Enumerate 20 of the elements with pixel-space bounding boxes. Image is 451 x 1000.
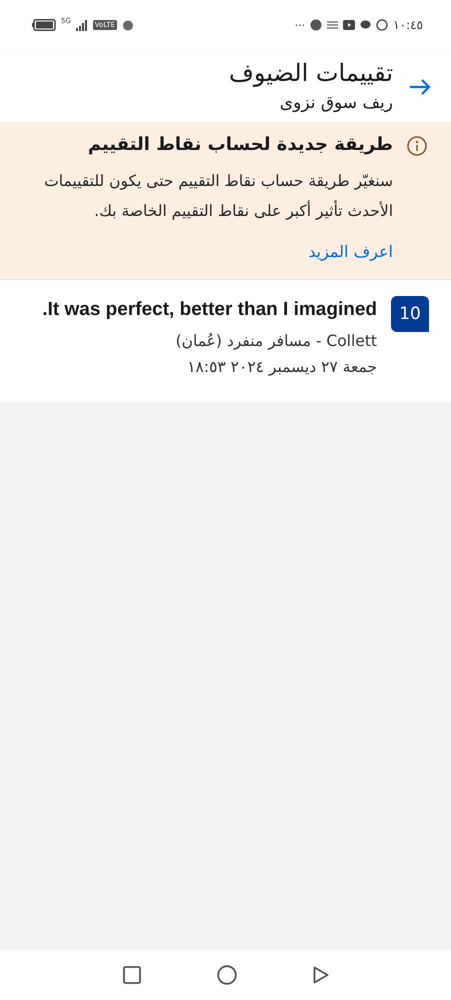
- signal-icon: [76, 20, 88, 30]
- review-title: It was perfect, better than I imagined.: [42, 298, 377, 322]
- clock-time: ١٠:٤٥: [393, 18, 423, 32]
- notice-title: طريقة جديدة لحساب نقاط التقييم: [86, 133, 393, 157]
- info-icon: [407, 136, 427, 156]
- reviewer-info: Collett - مسافر منفرد (عُمان): [174, 331, 377, 352]
- back-arrow-icon[interactable]: [409, 78, 431, 96]
- battery-icon: [32, 19, 56, 31]
- notice-text: سنغيّر طريقة حساب نقاط التقييم حتى يكون للتقييمات الأحدث تأثير أكبر على نقاط التقييم الخاصة بك.: [43, 171, 393, 222]
- learn-more-link[interactable]: اعرف المزيد: [308, 242, 393, 261]
- page-title: تقييمات الضيوف: [228, 58, 393, 89]
- review-date: جمعة ٢٧ ديسمبر ٢٠٢٤ ١٨:٥٣: [186, 357, 377, 378]
- recent-apps-icon[interactable]: [122, 966, 140, 984]
- more-dots: ···: [294, 18, 306, 32]
- property-name: ريف سوق نزوى: [278, 92, 393, 115]
- score-badge: 10: [391, 296, 429, 332]
- list-icon: [327, 20, 338, 30]
- back-icon[interactable]: [312, 966, 328, 984]
- home-icon[interactable]: [216, 965, 236, 985]
- video-icon: [343, 20, 356, 30]
